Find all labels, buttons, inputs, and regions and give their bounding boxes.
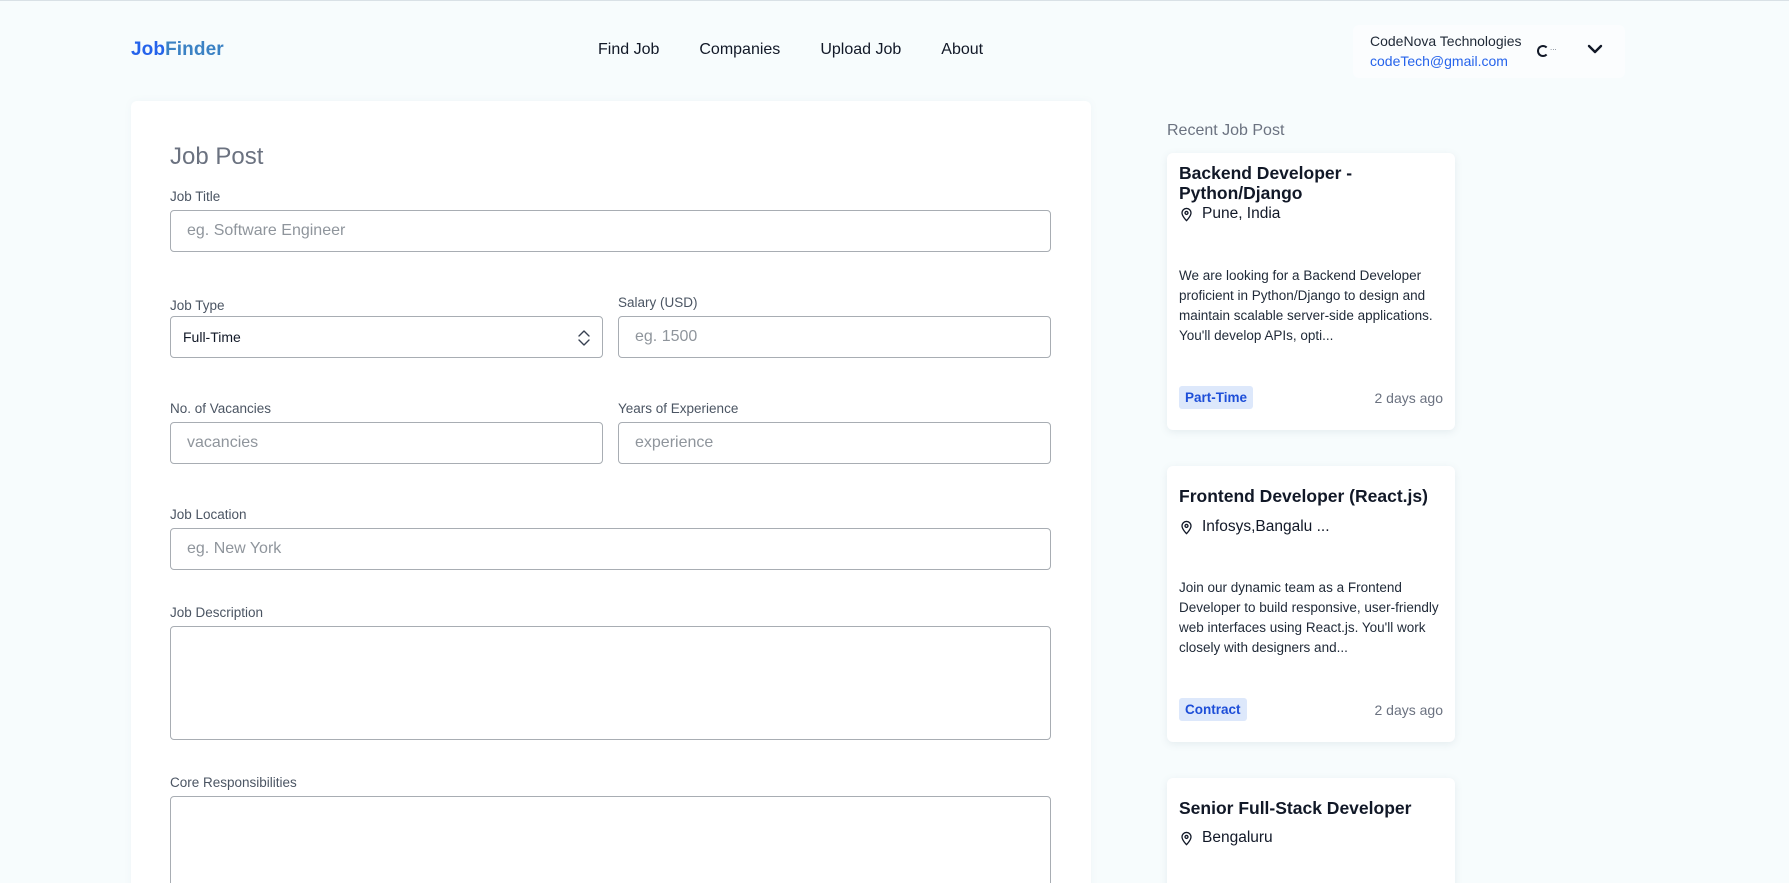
- job-post-form: Job Post Job Title Job Type Full-Time Sa…: [131, 101, 1091, 883]
- job-card-title: Frontend Developer (React.js): [1179, 486, 1428, 506]
- logo[interactable]: JobFinder: [131, 39, 224, 61]
- main-nav: Find Job Companies Upload Job About: [598, 41, 983, 59]
- select-updown-icon: [578, 330, 590, 346]
- job-card-description: Join our dynamic team as a Frontend Deve…: [1179, 580, 1439, 655]
- job-card-title: Senior Full-Stack Developer: [1179, 798, 1412, 818]
- job-type-select[interactable]: Full-Time: [170, 316, 603, 358]
- nav-upload-job[interactable]: Upload Job: [820, 41, 901, 59]
- description-textarea[interactable]: [170, 626, 1051, 740]
- recent-job-post-heading: Recent Job Post: [1167, 122, 1285, 139]
- job-card-posted-time: 2 days ago: [1374, 390, 1444, 406]
- job-card-description: We are looking for a Backend Developer p…: [1179, 268, 1433, 343]
- chevron-down-icon[interactable]: [1585, 39, 1605, 59]
- job-title-input[interactable]: [170, 210, 1051, 252]
- location-label: Job Location: [170, 507, 247, 522]
- location-input[interactable]: [170, 528, 1051, 570]
- responsibilities-label: Core Responsibilities: [170, 775, 297, 790]
- location-pin-icon: [1181, 520, 1192, 535]
- nav-about[interactable]: About: [941, 41, 983, 59]
- job-type-badge: Part-Time: [1179, 386, 1254, 409]
- job-card-posted-time: 2 days ago: [1374, 702, 1444, 718]
- job-card[interactable]: Frontend Developer (React.js) Infosys,Ba…: [1167, 466, 1455, 742]
- nav-companies[interactable]: Companies: [699, 41, 780, 59]
- logo-part-2: Finder: [165, 39, 224, 60]
- description-label: Job Description: [170, 605, 264, 620]
- salary-input[interactable]: [618, 316, 1051, 358]
- job-title-label: Job Title: [170, 189, 221, 204]
- experience-input[interactable]: [618, 422, 1051, 464]
- job-card[interactable]: Backend Developer - Python/Django Pune, …: [1167, 153, 1455, 430]
- job-card[interactable]: Senior Full-Stack Developer Bengaluru: [1167, 778, 1455, 883]
- job-type-label: Job Type: [170, 298, 225, 313]
- salary-label: Salary (USD): [618, 295, 698, 310]
- job-type-value: Full-Time: [183, 329, 241, 345]
- nav-find-job[interactable]: Find Job: [598, 41, 659, 59]
- account-email: codeTech@gmail.com: [1370, 53, 1508, 69]
- status-dots: ...: [1550, 43, 1557, 52]
- location-pin-icon: [1181, 831, 1192, 846]
- responsibilities-textarea[interactable]: [170, 796, 1051, 883]
- job-card-location: Infosys,Bangalu ...: [1179, 518, 1330, 536]
- form-title: Job Post: [170, 143, 264, 170]
- vacancies-input[interactable]: [170, 422, 603, 464]
- vacancies-label: No. of Vacancies: [170, 401, 272, 416]
- experience-label: Years of Experience: [618, 401, 739, 416]
- job-type-badge: Contract: [1179, 698, 1247, 721]
- job-card-location: Pune, India: [1179, 205, 1280, 223]
- loading-spinner-icon: [1537, 45, 1549, 57]
- job-card-location-text: Infosys,Bangalu ...: [1202, 518, 1330, 535]
- job-card-location: Bengaluru: [1179, 829, 1273, 847]
- account-menu[interactable]: CodeNova Technologies codeTech@gmail.com…: [1353, 25, 1625, 78]
- header: JobFinder Find Job Companies Upload Job …: [0, 1, 1789, 93]
- location-pin-icon: [1181, 207, 1192, 222]
- job-card-title: Backend Developer - Python/Django: [1179, 163, 1353, 203]
- account-company-name: CodeNova Technologies: [1370, 33, 1522, 49]
- job-card-location-text: Pune, India: [1202, 205, 1281, 222]
- logo-part-1: Job: [131, 39, 166, 60]
- job-card-location-text: Bengaluru: [1202, 829, 1273, 846]
